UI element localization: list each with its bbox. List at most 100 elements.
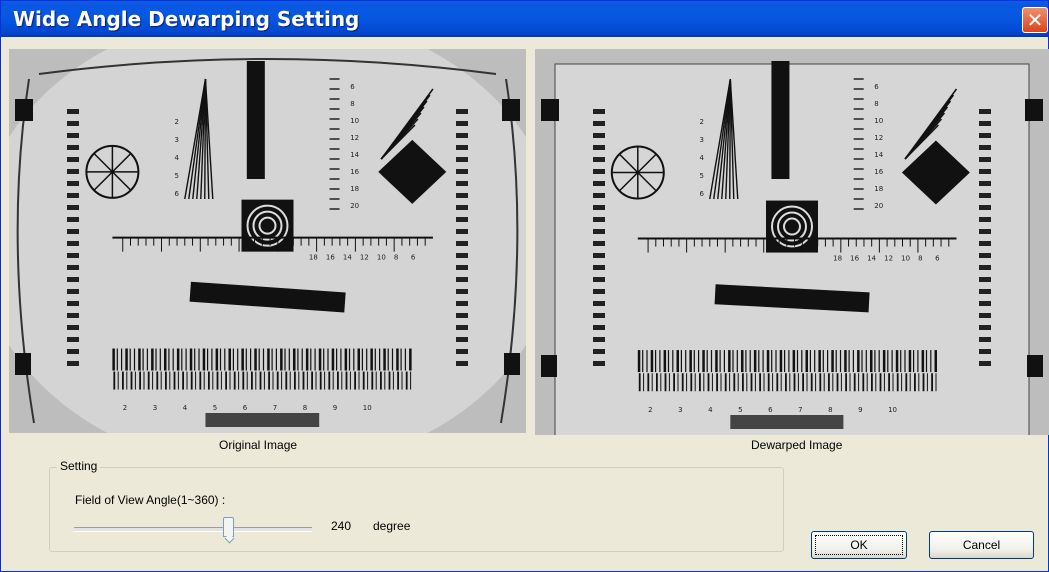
barcode-bar [690, 373, 693, 392]
chart-number: 3 [174, 136, 178, 144]
barcode-bar [340, 348, 342, 371]
ladder-bar [593, 265, 605, 270]
barcode-bar [113, 371, 116, 390]
barcode-bar [848, 350, 850, 373]
barcode-bar [203, 371, 205, 390]
fov-slider-thumb[interactable] [223, 517, 234, 537]
chart-number: 5 [699, 172, 703, 180]
ladder-bar [979, 133, 991, 138]
barcode-bar [332, 371, 334, 390]
ladder-bar [67, 109, 79, 114]
chart-number: 5 [738, 406, 742, 414]
ladder-bar [593, 313, 605, 318]
barcode-bar [706, 350, 708, 373]
ladder-bar [67, 229, 79, 234]
barcode-bar [650, 350, 654, 373]
chart-number: 3 [153, 404, 157, 412]
barcode-bar [676, 350, 679, 373]
barcode-bar [129, 348, 131, 371]
ladder-bar [979, 145, 991, 150]
barcode-bar [926, 373, 928, 392]
barcode-bar [680, 350, 682, 373]
chart-number: 4 [174, 154, 179, 162]
barcode-bar [861, 350, 863, 373]
barcode-bar [366, 348, 368, 371]
barcode-bar [410, 371, 412, 390]
barcode-bar [905, 373, 908, 392]
barcode-bar [125, 348, 128, 371]
barcode-bar [835, 350, 837, 373]
barcode-bar [742, 373, 744, 392]
barcode-bar [301, 348, 303, 371]
barcode-bar [914, 373, 916, 392]
barcode-bar [362, 371, 365, 390]
barcode-bar [746, 373, 748, 392]
barcode-bar [828, 373, 830, 392]
barcode-bar [130, 371, 133, 390]
barcode-bar [212, 371, 214, 390]
barcode-bar [637, 350, 641, 373]
barcode-bar [677, 373, 679, 392]
barcode-bar [341, 371, 343, 390]
barcode-bar [258, 348, 260, 371]
ladder-bar [456, 253, 468, 258]
barcode-bar [305, 348, 309, 371]
barcode-bar [165, 371, 167, 390]
ladder-bar [67, 121, 79, 126]
barcode-bar [122, 371, 124, 390]
barcode-bar [719, 350, 721, 373]
barcode-bar [776, 373, 779, 392]
corner-block [1025, 99, 1043, 121]
cancel-button[interactable]: Cancel [929, 531, 1034, 559]
barcode-bar [331, 348, 335, 371]
ladder-bar [456, 289, 468, 294]
barcode-bar [789, 373, 791, 392]
barcode-bar [387, 348, 389, 371]
barcode-bar [849, 373, 851, 392]
barcode-bar [836, 373, 839, 392]
chart-number: 20 [874, 202, 883, 210]
barcode-bar [729, 373, 731, 392]
barcode-bar [190, 371, 193, 390]
title-bar[interactable]: Wide Angle Dewarping Setting ✕ [1, 1, 1048, 37]
barcode-bar [284, 348, 286, 371]
ladder-bar [67, 277, 79, 282]
barcode-bar [875, 373, 877, 392]
barcode-bar [391, 348, 394, 371]
barcode-bar [797, 373, 799, 392]
corner-block [504, 353, 520, 375]
fov-unit: degree [373, 519, 411, 533]
barcode-bar [337, 371, 339, 390]
barcode-bar [298, 371, 300, 390]
barcode-bar [685, 350, 687, 373]
original-image-caption: Original Image [219, 438, 298, 452]
barcode-bar [396, 348, 399, 371]
barcode-bar [281, 371, 283, 390]
ladder-bar [67, 217, 79, 222]
barcode-bar [883, 373, 885, 392]
ladder-bar [593, 205, 605, 210]
barcode-bar [245, 348, 247, 371]
chart-number: 16 [874, 168, 883, 176]
barcode-bar [246, 371, 248, 390]
ok-button[interactable]: OK [811, 531, 907, 559]
barcode-bar [272, 371, 274, 390]
barcode-bar [208, 371, 210, 390]
barcode-bar [930, 350, 932, 373]
barcode-bar [194, 348, 196, 371]
barcode-bar [133, 348, 136, 371]
window-title: Wide Angle Dewarping Setting [13, 7, 360, 31]
ladder-bar [67, 253, 79, 258]
fov-slider-track[interactable] [74, 527, 312, 532]
barcode-bar [788, 350, 790, 373]
ladder-bar [593, 169, 605, 174]
barcode-bar [642, 350, 644, 373]
barcode-bar [741, 350, 744, 373]
barcode-bar [400, 348, 402, 371]
close-button[interactable]: ✕ [1022, 7, 1048, 33]
chart-number: 12 [874, 134, 883, 142]
barcode-bar [724, 373, 727, 392]
ladder-bar [593, 109, 605, 114]
ladder-bar [67, 361, 79, 366]
barcode-bar [779, 350, 783, 373]
